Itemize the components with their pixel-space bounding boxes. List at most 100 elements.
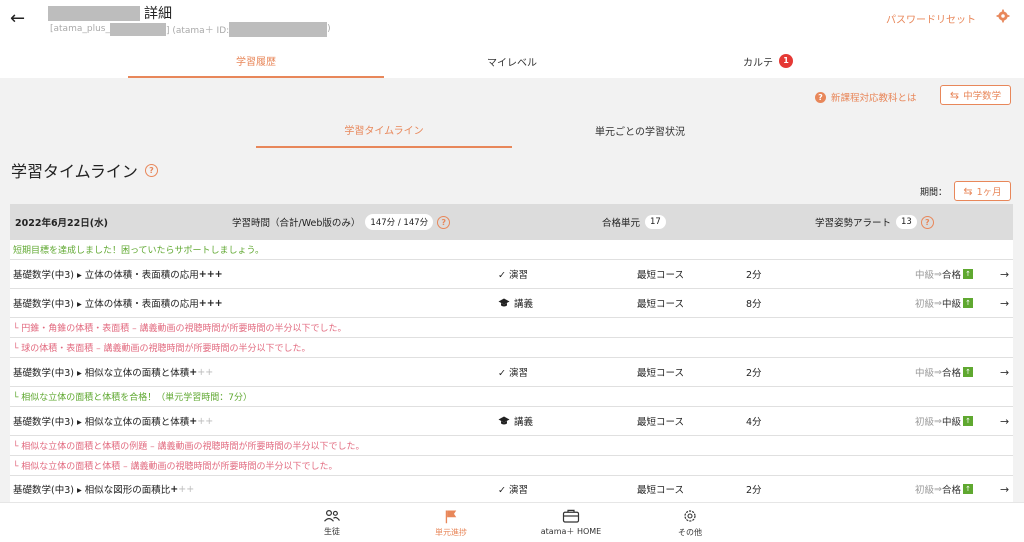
level-to: 合格 xyxy=(941,270,961,281)
subject-switch-button[interactable]: ⇆ 中学数学 xyxy=(940,85,1011,105)
back-arrow-icon[interactable]: ← xyxy=(10,8,25,29)
row-arrow-icon[interactable]: → xyxy=(1000,476,1009,502)
help-icon[interactable]: ? xyxy=(437,215,451,229)
level-arrow-icon: ⇒ xyxy=(934,415,942,427)
subtab-unit-status[interactable]: 単元ごとの学習状況 xyxy=(512,112,768,148)
level-from: 初級 xyxy=(915,485,935,496)
period-button[interactable]: ⇆ 1ヶ月 xyxy=(954,181,1011,201)
level-up-icon: ↑ xyxy=(963,367,973,377)
timeline-row[interactable]: 基礎数学(中3) ▸ 相似な立体の面積と体積 + ++ ✓ 演習 最短コース 2… xyxy=(10,358,1013,387)
timeline-row[interactable]: 基礎数学(中3) ▸ 相似な立体の面積と体積 + ++ 講義 最短コース 4分 … xyxy=(10,407,1013,436)
level-to: 中級 xyxy=(941,299,961,310)
timeline-row[interactable]: 基礎数学(中3) ▸ 相似な図形の面積比 + ++ ✓ 演習 最短コース 2分 … xyxy=(10,476,1013,502)
gear-icon xyxy=(684,510,696,522)
swap-icon: ⇆ xyxy=(949,88,960,102)
difficulty-filled: + xyxy=(189,366,198,378)
timeline-row[interactable]: 基礎数学(中3) ▸ 立体の体積・表面積の応用 +++ 講義 最短コース 8分 … xyxy=(10,289,1013,318)
subtab-label: 学習タイムライン xyxy=(344,125,424,137)
alert-note-text: └ 相似な立体の面積と体積 – 講義動画の視聴時間が所要時間の半分以下でした。 xyxy=(13,462,338,472)
study-time-summary: 学習時間（合計/Web版のみ） 147分 / 147分 ? xyxy=(232,204,451,240)
password-reset-link[interactable]: パスワードリセット xyxy=(886,11,976,26)
level-from: 中級 xyxy=(915,368,935,379)
section-title-text: 学習タイムライン xyxy=(11,162,138,181)
nav-others[interactable]: その他 xyxy=(660,503,720,542)
sub-tabs: 学習タイムライン 単元ごとの学習状況 xyxy=(0,112,1024,148)
curriculum-link-label: 新課程対応教科とは xyxy=(831,93,917,104)
unit-name: 基礎数学(中3) ▸ 相似な図形の面積比 + ++ xyxy=(13,476,194,502)
tab-study-history[interactable]: 学習履歴 xyxy=(128,44,384,78)
tab-label: カルテ xyxy=(743,57,773,69)
duration: 2分 xyxy=(746,270,762,281)
row-arrow-icon[interactable]: → xyxy=(1000,289,1009,317)
alert-note-text: └ 球の体積・表面積 – 講義動画の視聴時間が所要時間の半分以下でした。 xyxy=(13,344,311,354)
level-up-icon: ↑ xyxy=(963,416,973,426)
difficulty-filled: + xyxy=(170,483,179,495)
unit-text: 基礎数学(中3) ▸ 相似な立体の面積と体積 xyxy=(13,417,190,428)
activity-type: ✓ 演習 xyxy=(498,485,528,496)
activity-type: 講義 xyxy=(498,407,533,435)
level-from: 初級 xyxy=(915,417,935,428)
level-change: 初級 ⇒ 中級 ↑ xyxy=(915,407,973,435)
tab-karte[interactable]: カルテ 1 xyxy=(640,44,896,78)
alert-note: └ 円錐・角錐の体積・表面積 – 講義動画の視聴時間が所要時間の半分以下でした。 xyxy=(10,318,1013,338)
tab-my-level[interactable]: マイレベル xyxy=(384,44,640,78)
nav-label: 生徒 xyxy=(324,527,340,536)
course: 最短コース xyxy=(637,417,685,428)
duration: 4分 xyxy=(746,417,762,428)
passed-units-label: 合格単元 xyxy=(602,218,641,229)
timeline-row[interactable]: 基礎数学(中3) ▸ 立体の体積・表面積の応用 +++ ✓ 演習 最短コース 2… xyxy=(10,260,1013,289)
row-arrow-icon[interactable]: → xyxy=(1000,260,1009,288)
level-arrow-icon: ⇒ xyxy=(934,268,942,280)
level-arrow-icon: ⇒ xyxy=(934,366,942,378)
tab-label: 学習履歴 xyxy=(236,56,276,68)
alert-summary: 学習姿勢アラート 13 ? xyxy=(815,204,934,240)
level-to: 中級 xyxy=(941,417,961,428)
nav-label: atama＋ HOME xyxy=(540,527,602,536)
graduation-cap-icon xyxy=(498,416,510,425)
student-id-line: [atama_plus_ ] (atama＋ ID: ) xyxy=(50,21,331,37)
settings-gear-icon[interactable] xyxy=(996,9,1010,23)
row-arrow-icon[interactable]: → xyxy=(1000,358,1009,386)
nav-unit-progress[interactable]: 単元進捗 xyxy=(421,503,481,542)
difficulty-empty: ++ xyxy=(197,415,214,427)
course: 最短コース xyxy=(637,368,685,379)
sub-prefix: [atama_plus_ xyxy=(50,24,110,34)
alert-label: 学習姿勢アラート xyxy=(815,218,892,229)
study-time-label: 学習時間（合計/Web版のみ） xyxy=(232,218,361,229)
level-arrow-icon: ⇒ xyxy=(934,483,942,495)
unit-name: 基礎数学(中3) ▸ 相似な立体の面積と体積 + ++ xyxy=(13,358,213,386)
main-tabs: 学習履歴 マイレベル カルテ 1 xyxy=(0,44,1024,78)
row-arrow-icon[interactable]: → xyxy=(1000,407,1009,435)
level-up-icon: ↑ xyxy=(963,298,973,308)
people-icon xyxy=(324,509,340,522)
help-icon[interactable]: ? xyxy=(920,215,934,229)
level-up-icon: ↑ xyxy=(963,484,973,494)
unit-text: 基礎数学(中3) ▸ 相似な立体の面積と体積 xyxy=(13,368,190,379)
subtab-timeline[interactable]: 学習タイムライン xyxy=(256,112,512,148)
day-summary-bar: 2022年6月22日(水) 学習時間（合計/Web版のみ） 147分 / 147… xyxy=(10,204,1013,240)
goal-note: 短期目標を達成しました！困っていたらサポートしましょう。 xyxy=(10,240,1013,260)
sub-mid: ] (atama＋ ID: xyxy=(165,25,230,36)
curriculum-info-link[interactable]: ? 新課程対応教科とは xyxy=(815,90,917,104)
level-from: 中級 xyxy=(915,270,935,281)
student-title: 詳細 xyxy=(48,4,172,22)
nav-atama-home[interactable]: atama＋ HOME xyxy=(531,503,611,542)
app-header: ← 詳細 [atama_plus_ ] (atama＋ ID: ) パスワードリ… xyxy=(0,0,1024,78)
alert-note: └ 相似な立体の面積と体積 – 講義動画の視聴時間が所要時間の半分以下でした。 xyxy=(10,456,1013,476)
course: 最短コース xyxy=(637,299,685,310)
flag-icon xyxy=(445,510,457,523)
difficulty-empty: ++ xyxy=(197,366,214,378)
tab-label: マイレベル xyxy=(487,57,537,69)
subject-label: 中学数学 xyxy=(963,91,1002,102)
nav-students[interactable]: 生徒 xyxy=(302,503,362,542)
difficulty-filled: +++ xyxy=(198,297,223,309)
course: 最短コース xyxy=(637,270,685,281)
level-change: 中級 ⇒ 合格 ↑ xyxy=(915,260,973,288)
level-change: 中級 ⇒ 合格 ↑ xyxy=(915,358,973,386)
nav-label: 単元進捗 xyxy=(435,527,467,537)
level-change: 初級 ⇒ 中級 ↑ xyxy=(915,289,973,317)
briefcase-icon xyxy=(562,509,580,523)
help-icon[interactable]: ? xyxy=(144,163,158,177)
bottom-navigation: 生徒 単元進捗 atama＋ HOME その他 xyxy=(0,502,1024,542)
level-up-icon: ↑ xyxy=(963,269,973,279)
